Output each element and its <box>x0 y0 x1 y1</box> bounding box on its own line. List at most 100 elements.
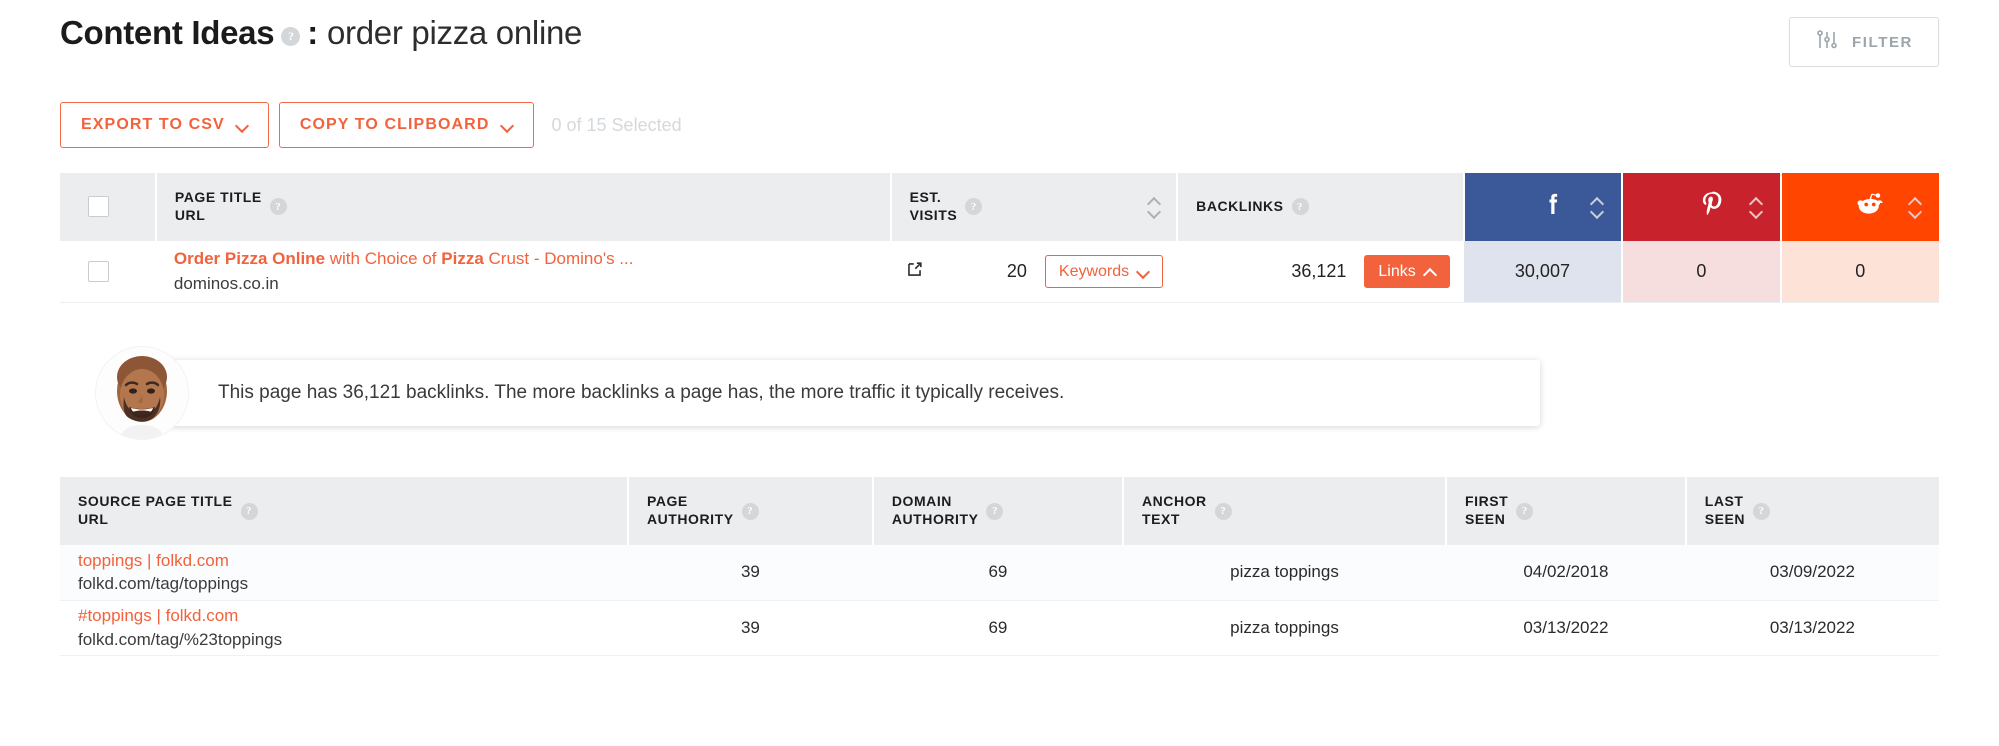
sliders-icon <box>1815 28 1839 56</box>
pinterest-icon <box>1697 189 1727 224</box>
column-anchor-text-label: ANCHOR TEXT <box>1141 493 1207 528</box>
last-seen-cell: 03/09/2022 <box>1685 545 1939 601</box>
column-first-seen-label: FIRST SEEN <box>1465 493 1509 528</box>
reddit-shares-cell: 0 <box>1780 240 1939 304</box>
help-icon[interactable]: ? <box>1753 502 1771 520</box>
sort-control[interactable] <box>1749 197 1762 216</box>
links-label: Links <box>1378 262 1416 280</box>
row-checkbox[interactable] <box>88 261 109 283</box>
column-backlinks-label: BACKLINKS <box>1196 197 1284 214</box>
column-est-visits[interactable]: EST. VISITS ? <box>890 173 1179 241</box>
column-page-authority[interactable]: PAGE AUTHORITY ? <box>627 477 874 546</box>
backlinks-value: 36,121 <box>1291 261 1347 282</box>
table-row[interactable]: toppings | folkd.com folkd.com/tag/toppi… <box>60 545 1939 601</box>
help-icon[interactable]: ? <box>1291 198 1309 216</box>
help-icon[interactable]: ? <box>1214 502 1232 520</box>
help-icon[interactable]: ? <box>281 26 301 46</box>
sort-asc-icon[interactable] <box>1908 197 1921 204</box>
first-seen-cell: 04/02/2018 <box>1446 545 1686 601</box>
anchor-text-cell: pizza toppings <box>1122 545 1447 601</box>
sort-desc-icon[interactable] <box>1908 209 1921 216</box>
help-icon[interactable]: ? <box>1516 502 1534 520</box>
sort-desc-icon[interactable] <box>1147 209 1160 216</box>
page-title-link[interactable]: Order Pizza Online with Choice of Pizza … <box>174 247 873 272</box>
est-visits-cell: 20 Keywords <box>890 240 1178 304</box>
column-last-seen-label: LAST SEEN <box>1704 493 1746 528</box>
column-source-page-title[interactable]: SOURCE PAGE TITLE URL ? <box>60 477 629 546</box>
page-title: Content Ideas ? : order pizza online <box>60 14 582 52</box>
pinterest-shares-cell: 0 <box>1622 240 1782 304</box>
row-page-title-cell: Order Pizza Online with Choice of Pizza … <box>155 240 891 304</box>
source-title-link[interactable]: toppings | folkd.com <box>78 549 610 573</box>
sort-asc-icon[interactable] <box>1590 197 1603 204</box>
copy-to-clipboard-button[interactable]: COPY TO CLIPBOARD <box>278 102 534 148</box>
backlinks-table: SOURCE PAGE TITLE URL ? PAGE AUTHORITY ?… <box>60 477 1939 656</box>
title-part-0: Order Pizza Online <box>173 248 326 268</box>
keywords-button[interactable]: Keywords <box>1044 255 1164 289</box>
source-cell: #toppings | folkd.com folkd.com/tag/%23t… <box>60 600 628 656</box>
chevron-down-icon <box>237 120 248 131</box>
chevron-up-icon <box>1425 266 1436 277</box>
page-header: Content Ideas ? : order pizza online FIL… <box>60 0 1939 67</box>
title-part-2: Pizza <box>441 248 484 268</box>
content-ideas-page: Content Ideas ? : order pizza online FIL… <box>0 0 1999 746</box>
facebook-icon <box>1538 189 1568 224</box>
sort-control[interactable] <box>1590 197 1603 216</box>
column-page-title[interactable]: PAGE TITLE URL ? <box>155 173 892 241</box>
sort-asc-icon[interactable] <box>1147 197 1160 204</box>
page-authority-cell: 39 <box>627 545 873 601</box>
title-part-3: Crust - Domino's ... <box>483 248 634 268</box>
sort-desc-icon[interactable] <box>1749 209 1762 216</box>
help-icon[interactable]: ? <box>240 502 258 520</box>
tip-text: This page has 36,121 backlinks. The more… <box>218 382 1065 404</box>
sort-desc-icon[interactable] <box>1590 209 1603 216</box>
help-icon[interactable]: ? <box>965 198 983 216</box>
page-title-main: Content Ideas <box>60 14 275 51</box>
keywords-label: Keywords <box>1058 262 1130 280</box>
source-cell: toppings | folkd.com folkd.com/tag/toppi… <box>60 545 628 601</box>
column-last-seen[interactable]: LAST SEEN ? <box>1685 477 1939 546</box>
action-bar: EXPORT TO CSV COPY TO CLIPBOARD 0 of 15 … <box>60 102 1939 148</box>
source-title-link[interactable]: #toppings | folkd.com <box>78 604 610 628</box>
results-table: PAGE TITLE URL ? EST. VISITS ? BACKLINKS… <box>60 173 1939 304</box>
column-backlinks[interactable]: BACKLINKS ? <box>1177 173 1465 241</box>
column-pinterest[interactable] <box>1622 173 1782 241</box>
title-part-1: with Choice of <box>325 248 442 268</box>
chevron-down-icon <box>1138 266 1149 277</box>
first-seen-cell: 03/13/2022 <box>1446 600 1686 656</box>
copy-label: COPY TO CLIPBOARD <box>299 116 490 133</box>
reddit-icon <box>1854 189 1886 224</box>
sort-control[interactable] <box>1147 197 1160 216</box>
select-all-checkbox[interactable] <box>88 196 109 218</box>
anchor-text-cell: pizza toppings <box>1122 600 1447 656</box>
page-authority-cell: 39 <box>627 600 873 656</box>
filter-button[interactable]: FILTER <box>1789 17 1939 67</box>
help-icon[interactable]: ? <box>269 198 287 216</box>
sort-control[interactable] <box>1908 197 1921 216</box>
column-first-seen[interactable]: FIRST SEEN ? <box>1446 477 1687 546</box>
export-to-csv-button[interactable]: EXPORT TO CSV <box>60 102 269 148</box>
help-icon[interactable]: ? <box>986 502 1004 520</box>
last-seen-cell: 03/13/2022 <box>1685 600 1939 656</box>
column-domain-authority[interactable]: DOMAIN AUTHORITY ? <box>872 477 1124 546</box>
selected-count: 0 of 15 Selected <box>551 114 682 135</box>
table-row[interactable]: #toppings | folkd.com folkd.com/tag/%23t… <box>60 600 1939 656</box>
select-all-header <box>60 173 157 241</box>
column-page-title-label: PAGE TITLE URL <box>174 189 262 223</box>
tip-box: This page has 36,121 backlinks. The more… <box>160 360 1540 427</box>
domain-authority-cell: 69 <box>872 600 1123 656</box>
column-facebook[interactable] <box>1463 173 1624 241</box>
external-link-icon[interactable] <box>905 260 924 284</box>
table-row[interactable]: Order Pizza Online with Choice of Pizza … <box>60 240 1939 304</box>
row-select-cell <box>60 240 156 304</box>
source-url: folkd.com/tag/%23toppings <box>78 629 283 649</box>
source-url: folkd.com/tag/toppings <box>78 574 249 594</box>
links-button[interactable]: Links <box>1364 255 1450 289</box>
sort-asc-icon[interactable] <box>1749 197 1762 204</box>
column-anchor-text[interactable]: ANCHOR TEXT ? <box>1122 477 1448 546</box>
est-visits-value: 20 <box>1006 261 1027 282</box>
column-reddit[interactable] <box>1780 173 1939 241</box>
tip-callout: This page has 36,121 backlinks. The more… <box>96 347 1939 440</box>
page-title-query: order pizza online <box>327 14 583 51</box>
help-icon[interactable]: ? <box>741 502 759 520</box>
